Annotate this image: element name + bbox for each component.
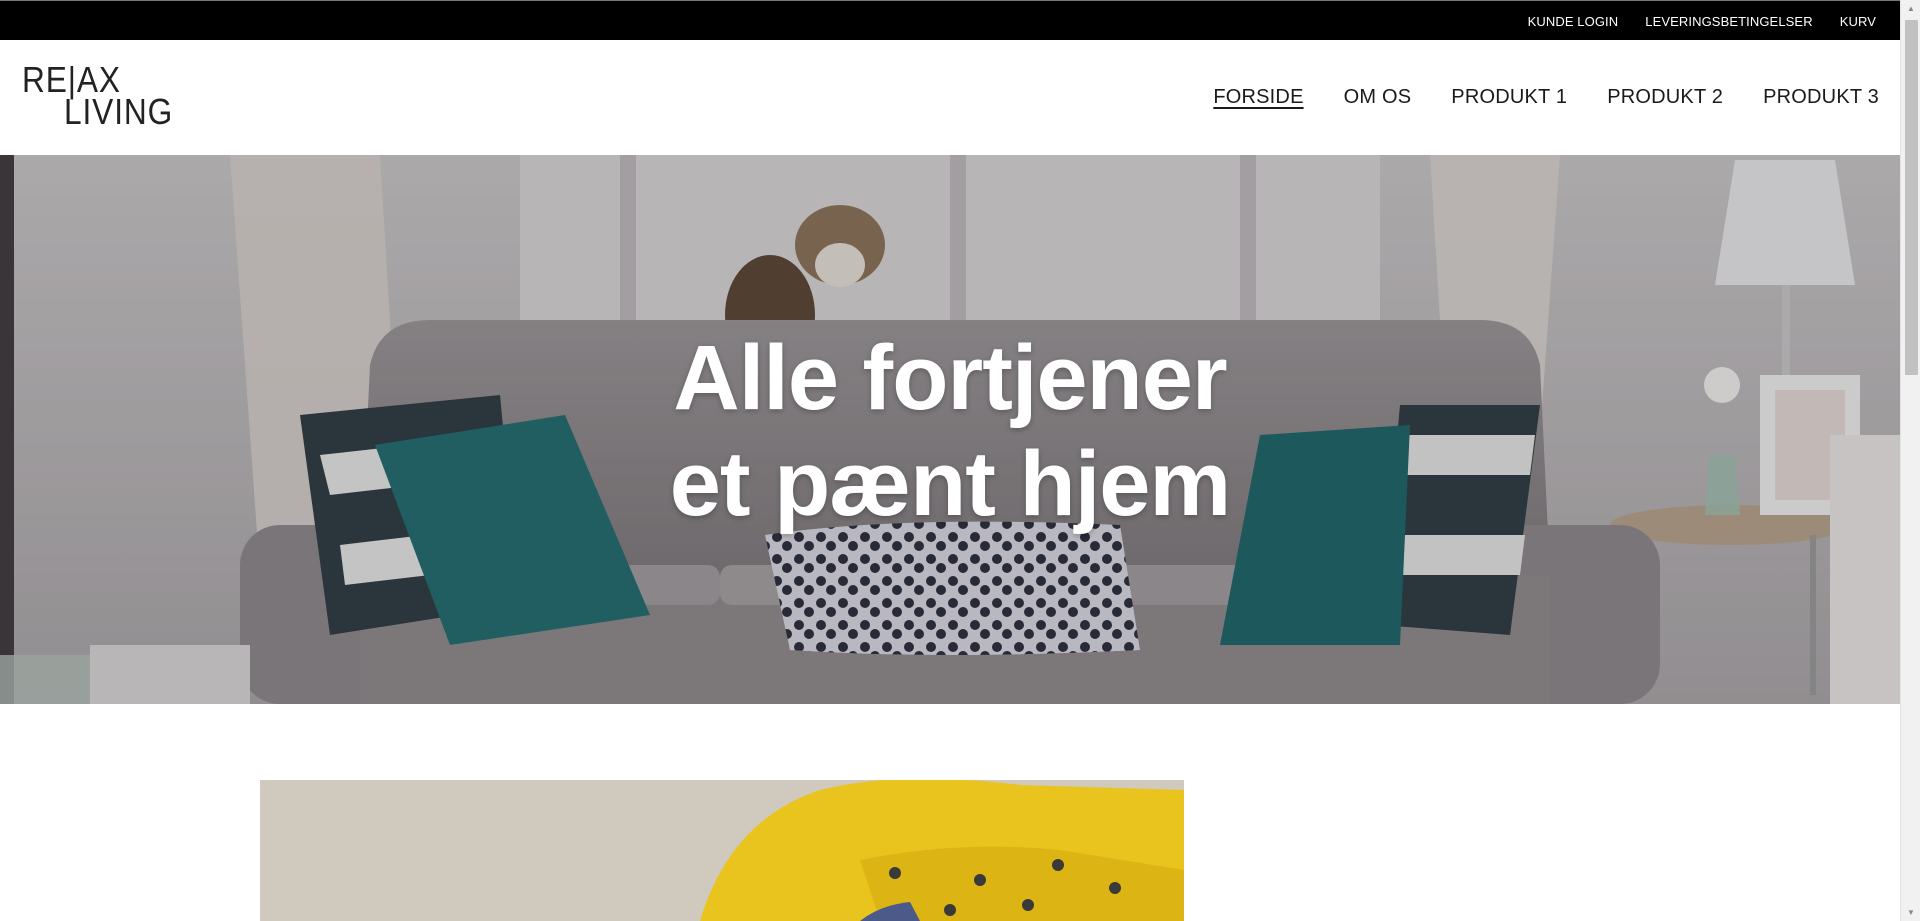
hero-banner: Alle fortjener et pænt hjem bbox=[0, 155, 1900, 704]
hero-title: Alle fortjener et pænt hjem bbox=[0, 325, 1900, 537]
yellow-chair-image bbox=[260, 780, 1184, 921]
nav-item-om-os[interactable]: OM OS bbox=[1344, 86, 1412, 109]
hero-title-line2: et pænt hjem bbox=[669, 433, 1231, 535]
site-logo[interactable]: RE|AX LIVING bbox=[22, 62, 182, 132]
utility-links: KUNDE LOGIN LEVERINGSBETINGELSER KURV bbox=[1528, 1, 1876, 41]
scroll-up-arrow-icon[interactable]: ▲ bbox=[1901, 0, 1920, 17]
hero-title-line1: Alle fortjener bbox=[673, 327, 1227, 429]
featured-product-image bbox=[260, 780, 1184, 921]
site-header: RE|AX LIVING FORSIDE OM OS PRODUKT 1 PRO… bbox=[0, 40, 1900, 155]
logo-text-line2: LIVING bbox=[64, 91, 174, 132]
nav-item-produkt-2[interactable]: PRODUKT 2 bbox=[1607, 86, 1723, 109]
page: KUNDE LOGIN LEVERINGSBETINGELSER KURV RE… bbox=[0, 0, 1900, 921]
scrollbar-thumb[interactable] bbox=[1905, 20, 1918, 375]
cart-link[interactable]: KURV bbox=[1840, 14, 1876, 29]
customer-login-link[interactable]: KUNDE LOGIN bbox=[1528, 14, 1619, 29]
nav-item-forside[interactable]: FORSIDE bbox=[1213, 86, 1303, 109]
page-scrollbar[interactable]: ▲ ▼ bbox=[1900, 0, 1920, 921]
main-nav: FORSIDE OM OS PRODUKT 1 PRODUKT 2 PRODUK… bbox=[1213, 40, 1879, 155]
top-utility-bar: KUNDE LOGIN LEVERINGSBETINGELSER KURV bbox=[0, 0, 1900, 40]
scroll-down-arrow-icon[interactable]: ▼ bbox=[1901, 904, 1920, 921]
nav-item-produkt-3[interactable]: PRODUKT 3 bbox=[1763, 86, 1879, 109]
nav-item-produkt-1[interactable]: PRODUKT 1 bbox=[1451, 86, 1567, 109]
delivery-terms-link[interactable]: LEVERINGSBETINGELSER bbox=[1645, 14, 1812, 29]
